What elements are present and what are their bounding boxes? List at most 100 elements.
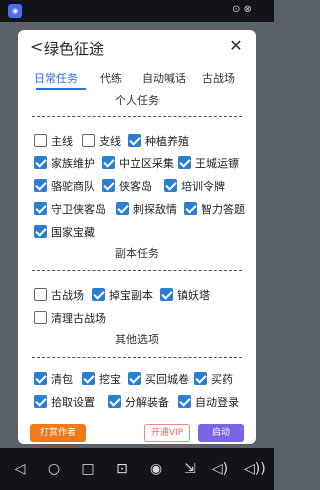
volume-up-icon[interactable]: ◁)): [244, 460, 266, 478]
checkbox-label: 分解装备: [125, 396, 169, 409]
checkbox-buy-return-scroll[interactable]: 买回城卷: [128, 372, 189, 388]
checkbox-box[interactable]: [82, 134, 95, 147]
checkbox-box[interactable]: [116, 202, 129, 215]
checkbox-label: 古战场: [51, 289, 84, 302]
checkbox-national-treasure[interactable]: 国家宝藏: [34, 225, 95, 241]
tab-underline: [36, 88, 86, 90]
checkbox-label: 培训令牌: [181, 180, 225, 193]
checkbox-box[interactable]: [128, 134, 141, 147]
open-vip-button[interactable]: 开通VIP: [144, 424, 190, 442]
checkbox-side-quest[interactable]: 支线: [82, 134, 121, 150]
checkbox-label: 主线: [51, 135, 73, 148]
section-title-daily: 个人任务: [115, 94, 159, 107]
checkbox-box[interactable]: [164, 179, 177, 192]
checkbox-label: 掉宝副本: [109, 289, 153, 302]
checkbox-farming[interactable]: 种植养殖: [128, 134, 189, 150]
checkbox-label: 买回城卷: [145, 373, 189, 386]
checkbox-demon-tower[interactable]: 镇妖塔: [160, 288, 210, 304]
checkbox-label: 守卫侠客岛: [51, 203, 106, 216]
settings-dialog: < 绿色征途 ✕ 日常任务 代练 自动喊话 古战场 个人任务 主线 支线 种植养…: [18, 30, 256, 444]
back-triangle-icon[interactable]: ◁: [10, 460, 30, 478]
checkbox-box[interactable]: [108, 395, 121, 408]
checkbox-label: 智力答题: [201, 203, 245, 216]
tab-auto-shout[interactable]: 自动喊话: [142, 70, 186, 86]
home-circle-icon[interactable]: ○: [44, 460, 64, 478]
status-bar: ◉ ⊙ ⊗: [0, 0, 274, 22]
tab-leveling[interactable]: 代练: [100, 70, 122, 86]
screenshot-icon[interactable]: ⊡: [112, 460, 132, 478]
checkbox-box[interactable]: [34, 134, 47, 147]
tab-ancient-battlefield[interactable]: 古战场: [202, 70, 235, 86]
tab-bar: 日常任务 代练 自动喊话 古战场: [30, 70, 250, 90]
tab-daily[interactable]: 日常任务: [34, 70, 78, 86]
checkbox-label: 支线: [99, 135, 121, 148]
checkbox-loot-dungeon[interactable]: 掉宝副本: [92, 288, 153, 304]
checkbox-clear-battlefield[interactable]: 清理古战场: [34, 311, 106, 327]
checkbox-label: 家族维护: [51, 157, 95, 170]
divider: [32, 357, 242, 358]
tip-author-button[interactable]: 打赏作者: [30, 424, 86, 442]
checkbox-box[interactable]: [178, 156, 191, 169]
checkbox-box[interactable]: [184, 202, 197, 215]
checkbox-clear-bag[interactable]: 清包: [34, 372, 73, 388]
checkbox-label: 种植养殖: [145, 135, 189, 148]
back-icon[interactable]: <: [30, 38, 44, 56]
eye-icon[interactable]: ◉: [146, 460, 166, 478]
checkbox-pickup-settings[interactable]: 拾取设置: [34, 395, 95, 411]
checkbox-camel-caravan[interactable]: 骆驼商队: [34, 179, 95, 195]
checkbox-label: 刺探敌情: [133, 203, 177, 216]
checkbox-box[interactable]: [34, 225, 47, 238]
expand-icon[interactable]: ⇲: [180, 460, 200, 478]
section-title-dungeon: 副本任务: [115, 247, 159, 260]
checkbox-auto-login[interactable]: 自动登录: [178, 395, 239, 411]
checkbox-label: 买药: [211, 373, 233, 386]
checkbox-guard-hero-island[interactable]: 守卫侠客岛: [34, 202, 106, 218]
checkbox-box[interactable]: [34, 156, 47, 169]
checkbox-box[interactable]: [82, 372, 95, 385]
app-icon[interactable]: ◉: [8, 4, 22, 18]
checkbox-label: 镇妖塔: [177, 289, 210, 302]
volume-down-icon[interactable]: ◁): [210, 460, 230, 478]
checkbox-box[interactable]: [34, 288, 47, 301]
checkbox-main-quest[interactable]: 主线: [34, 134, 73, 150]
checkbox-box[interactable]: [102, 156, 115, 169]
checkbox-box[interactable]: [34, 372, 47, 385]
checkbox-box[interactable]: [102, 179, 115, 192]
checkbox-buy-potion[interactable]: 买药: [194, 372, 233, 388]
navigation-bar: ◁ ○ □ ⊡ ◉ ⇲ ◁) ◁)): [0, 448, 274, 490]
section-title-other: 其他选项: [115, 333, 159, 346]
checkbox-label: 拾取设置: [51, 396, 95, 409]
checkbox-training-token[interactable]: 培训令牌: [164, 179, 225, 195]
recent-square-icon[interactable]: □: [78, 460, 98, 478]
checkbox-label: 清包: [51, 373, 73, 386]
checkbox-box[interactable]: [34, 202, 47, 215]
checkbox-label: 王城运镖: [195, 157, 239, 170]
checkbox-label: 国家宝藏: [51, 226, 95, 239]
checkbox-ancient-battlefield[interactable]: 古战场: [34, 288, 84, 304]
checkbox-scout-enemy[interactable]: 刺探敌情: [116, 202, 177, 218]
checkbox-label: 侠客岛: [119, 180, 152, 193]
checkbox-dismantle-gear[interactable]: 分解装备: [108, 395, 169, 411]
checkbox-box[interactable]: [34, 311, 47, 324]
checkbox-quiz[interactable]: 智力答题: [184, 202, 245, 218]
checkbox-box[interactable]: [160, 288, 173, 301]
start-button[interactable]: 启动: [198, 424, 244, 442]
checkbox-family-maintain[interactable]: 家族维护: [34, 156, 95, 172]
checkbox-label: 自动登录: [195, 396, 239, 409]
checkbox-neutral-gather[interactable]: 中立区采集: [102, 156, 174, 172]
checkbox-hero-island[interactable]: 侠客岛: [102, 179, 152, 195]
divider: [32, 270, 242, 271]
checkbox-dig-treasure[interactable]: 挖宝: [82, 372, 121, 388]
close-icon[interactable]: ✕: [228, 37, 244, 55]
checkbox-box[interactable]: [128, 372, 141, 385]
checkbox-royal-escort[interactable]: 王城运镖: [178, 156, 239, 172]
checkbox-box[interactable]: [178, 395, 191, 408]
status-icons: ⊙ ⊗: [232, 4, 252, 15]
checkbox-box[interactable]: [194, 372, 207, 385]
checkbox-box[interactable]: [34, 395, 47, 408]
checkbox-box[interactable]: [92, 288, 105, 301]
checkbox-box[interactable]: [34, 179, 47, 192]
checkbox-label: 骆驼商队: [51, 180, 95, 193]
checkbox-label: 清理古战场: [51, 312, 106, 325]
dialog-header: < 绿色征途 ✕: [18, 30, 256, 64]
